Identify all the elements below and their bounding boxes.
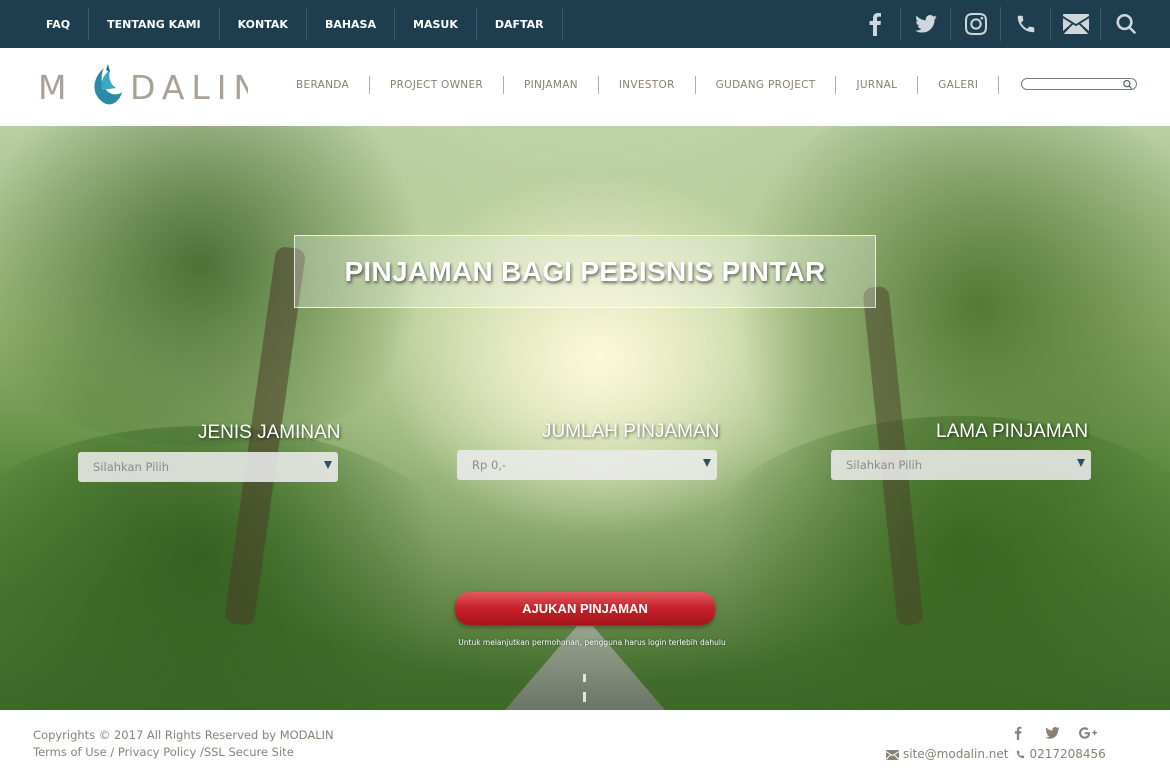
hero-banner: PINJAMAN BAGI PEBISNIS PINTAR JENIS JAMI… [0, 126, 1170, 710]
nav-project-owner[interactable]: PROJECT OWNER [370, 76, 504, 94]
ajukan-pinjaman-button[interactable]: AJUKAN PINJAMAN [455, 592, 715, 625]
nav-investor[interactable]: INVESTOR [599, 76, 696, 94]
logo[interactable]: M DALIN [38, 56, 248, 112]
nav-jurnal[interactable]: JURNAL [836, 76, 919, 94]
nav-search-input[interactable] [1021, 78, 1137, 90]
main-menu: BERANDA PROJECT OWNER PINJAMAN INVESTOR … [276, 72, 1000, 98]
svg-text:DALIN: DALIN [130, 68, 248, 107]
select-value: Silahkan Pilih [846, 458, 923, 472]
hero-title-box: PINJAMAN BAGI PEBISNIS PINTAR [294, 235, 876, 308]
twitter-icon[interactable] [900, 7, 950, 41]
login-note: Untuk melanjutkan permohonan, pengguna h… [458, 638, 726, 647]
top-link-masuk[interactable]: MASUK [395, 8, 477, 40]
nav-galeri[interactable]: GALERI [918, 76, 1000, 94]
copyright-text: Copyrights © 2017 All Rights Reserved by… [33, 728, 334, 742]
footer-phone[interactable]: 0217208456 [1029, 747, 1105, 761]
top-social-icons [850, 0, 1150, 48]
top-link-kontak[interactable]: KONTAK [220, 8, 307, 40]
footer-email[interactable]: site@modalin.net [903, 747, 1008, 761]
chevron-down-icon [1077, 459, 1085, 467]
logo-mark: M DALIN [38, 64, 248, 107]
road-line [583, 674, 586, 682]
footer-social-icons [1000, 724, 1105, 742]
svg-text:M: M [38, 68, 72, 107]
chevron-down-icon [703, 459, 711, 467]
phone-icon[interactable] [1000, 7, 1050, 41]
footer-copyright-block: Copyrights © 2017 All Rights Reserved by… [33, 727, 334, 761]
nav-gudang-project[interactable]: GUDANG PROJECT [696, 76, 837, 94]
label-lama-pinjaman: LAMA PINJAMAN [936, 421, 1089, 442]
mail-icon [886, 747, 899, 761]
top-bar: FAQ TENTANG KAMI KONTAK BAHASA MASUK DAF… [0, 0, 1170, 48]
mail-icon[interactable] [1050, 7, 1100, 41]
top-link-tentang-kami[interactable]: TENTANG KAMI [89, 8, 220, 40]
facebook-icon[interactable] [850, 7, 900, 41]
select-lama-pinjaman[interactable]: Silahkan Pilih [831, 450, 1091, 480]
footer: Copyrights © 2017 All Rights Reserved by… [0, 710, 1170, 780]
google-plus-icon[interactable] [1070, 724, 1105, 742]
select-jumlah-pinjaman[interactable]: Rp 0,- [457, 450, 717, 480]
top-link-bahasa[interactable]: BAHASA [307, 8, 395, 40]
label-jumlah-pinjaman: JUMLAH PINJAMAN [542, 421, 720, 442]
nav-beranda[interactable]: BERANDA [276, 76, 370, 94]
search-icon[interactable] [1100, 7, 1150, 41]
twitter-icon[interactable] [1035, 724, 1070, 742]
top-links: FAQ TENTANG KAMI KONTAK BAHASA MASUK DAF… [28, 0, 563, 48]
hero-title: PINJAMAN BAGI PEBISNIS PINTAR [344, 255, 826, 287]
search-icon[interactable] [1123, 79, 1132, 89]
top-link-faq[interactable]: FAQ [28, 8, 90, 40]
main-navbar: M DALIN BERANDA PROJECT OWNER PINJAMAN I… [0, 48, 1170, 126]
top-link-daftar[interactable]: DAFTAR [477, 8, 563, 40]
phone-icon [1016, 747, 1025, 761]
label-jenis-jaminan: JENIS JAMINAN [198, 422, 341, 443]
select-jenis-jaminan[interactable]: Silahkan Pilih [78, 452, 338, 482]
footer-links[interactable]: Terms of Use / Privacy Policy /SSL Secur… [33, 744, 334, 761]
select-value: Rp 0,- [472, 458, 507, 472]
footer-contact: site@modalin.net 0217208456 [886, 747, 1110, 761]
road-line [583, 692, 586, 702]
select-value: Silahkan Pilih [93, 460, 170, 474]
chevron-down-icon [324, 461, 332, 469]
facebook-icon[interactable] [1000, 724, 1035, 742]
nav-pinjaman[interactable]: PINJAMAN [504, 76, 599, 94]
instagram-icon[interactable] [950, 7, 1000, 41]
